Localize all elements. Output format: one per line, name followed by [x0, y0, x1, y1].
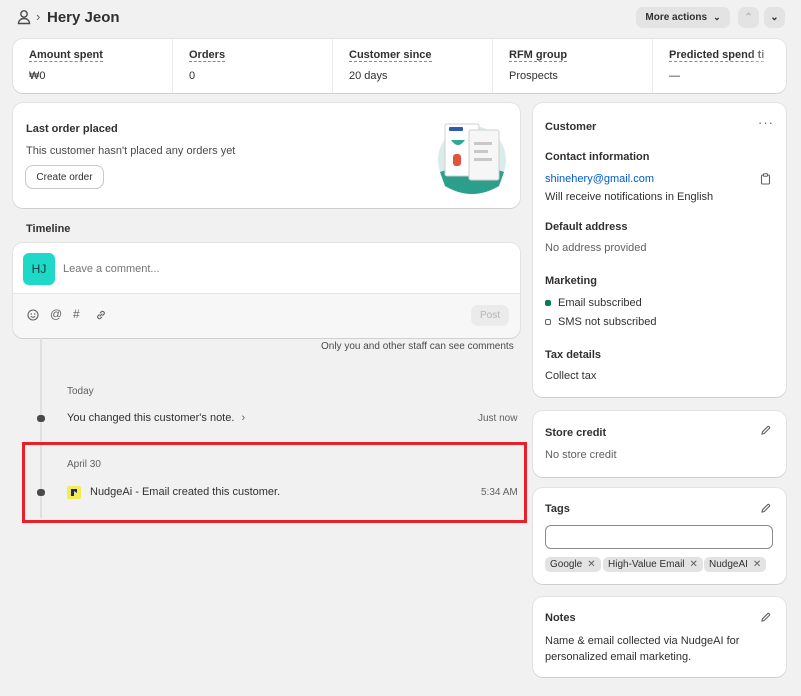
edit-pencil-icon[interactable] [760, 503, 771, 517]
stat-rfm-group[interactable]: RFM group Prospects [493, 39, 653, 93]
timeline-title: Timeline [26, 223, 71, 235]
sms-not-subscribed-dot-icon [545, 319, 551, 325]
chevron-up-icon: ⌃ [744, 12, 753, 23]
address-heading: Default address [545, 221, 628, 233]
email-subscribed-dot-icon [545, 300, 551, 306]
hashtag-icon[interactable]: # [73, 307, 80, 321]
chevron-down-icon: ⌄ [713, 12, 721, 22]
remove-tag-icon[interactable]: ✕ [690, 559, 698, 570]
stat-customer-since[interactable]: Customer since 20 days [333, 39, 493, 93]
stat-label: Amount spent [29, 49, 103, 62]
marketing-heading: Marketing [545, 275, 597, 287]
stat-label: RFM group [509, 49, 568, 62]
emoji-icon[interactable] [27, 309, 39, 324]
customer-person-icon[interactable] [17, 9, 31, 28]
staff-note: Only you and other staff can see comment… [321, 341, 514, 352]
stats-bar: Amount spent ₩0 Orders 0 Customer since … [13, 39, 786, 93]
create-order-button[interactable]: Create order [26, 166, 103, 188]
stat-label: Customer since [349, 49, 432, 62]
tag-label: Google [550, 559, 583, 570]
chevron-down-icon: ⌄ [770, 12, 779, 23]
highlight-box [22, 442, 527, 523]
timeline-event-text: You changed this customer's note. [67, 412, 235, 424]
customer-email-link[interactable]: shinehery@gmail.com [545, 173, 654, 185]
store-credit-title: Store credit [545, 427, 607, 439]
more-actions-label: More actions [645, 12, 708, 23]
timeline-event-text: NudgeAi - Email created this customer. [90, 486, 281, 498]
remove-tag-icon[interactable]: ✕ [753, 559, 761, 570]
tag-chip: Google ✕ [545, 557, 601, 572]
stats-fade [746, 39, 786, 93]
timeline-dot [37, 489, 45, 496]
sms-status: SMS not subscribed [558, 316, 657, 328]
tag-chip: NudgeAI ✕ [704, 557, 767, 572]
avatar: HJ [23, 253, 55, 285]
more-options-icon[interactable]: ··· [758, 115, 774, 130]
create-order-label: Create order [36, 171, 93, 183]
timeline-time: 5:34 AM [481, 487, 518, 498]
stat-value: ₩0 [29, 70, 46, 82]
post-label: Post [479, 310, 500, 321]
timeline-event-note-changed[interactable]: You changed this customer's note. › [67, 412, 245, 424]
tags-input[interactable] [545, 525, 773, 549]
last-order-card: Last order placed This customer hasn't p… [13, 103, 520, 208]
comment-box: HJ @ # Post [13, 243, 520, 338]
notes-card: Notes Name & email collected via NudgeAI… [533, 597, 786, 677]
chevron-right-icon: › [241, 412, 246, 424]
previous-customer-button[interactable]: ⌃ [738, 7, 759, 28]
empty-orders-illustration [435, 120, 509, 201]
address-text: No address provided [545, 242, 647, 254]
comment-input[interactable] [63, 259, 503, 279]
store-credit-text: No store credit [545, 449, 617, 461]
edit-pencil-icon[interactable] [760, 612, 771, 626]
last-order-title: Last order placed [26, 123, 118, 135]
tax-heading: Tax details [545, 349, 602, 361]
edit-pencil-icon[interactable] [760, 425, 771, 439]
last-order-text: This customer hasn't placed any orders y… [26, 145, 236, 157]
stat-orders[interactable]: Orders 0 [173, 39, 333, 93]
next-customer-button[interactable]: ⌄ [764, 7, 785, 28]
link-icon[interactable] [95, 309, 107, 324]
email-status: Email subscribed [558, 297, 642, 309]
timeline-date: Today [67, 386, 94, 397]
store-credit-card: Store credit No store credit [533, 411, 786, 477]
avatar-initials: HJ [31, 262, 47, 276]
tags-title: Tags [545, 503, 570, 515]
post-button[interactable]: Post [471, 305, 509, 326]
tag-label: High-Value Email [608, 559, 685, 570]
stat-amount-spent[interactable]: Amount spent ₩0 [13, 39, 173, 93]
timeline-dot [37, 415, 45, 422]
notes-title: Notes [545, 612, 576, 624]
breadcrumb-chevron-icon: › [36, 9, 41, 24]
page-title: Hery Jeon [47, 9, 120, 26]
tag-chip: High-Value Email ✕ [603, 557, 703, 572]
more-actions-button[interactable]: More actions ⌄ [636, 7, 730, 28]
timeline-time: Just now [478, 413, 518, 424]
tags-card: Tags Google ✕ High-Value Email ✕ NudgeAI… [533, 488, 786, 584]
mention-icon[interactable]: @ [50, 307, 62, 321]
nudgeai-app-icon [67, 486, 81, 499]
remove-tag-icon[interactable]: ✕ [587, 559, 595, 570]
stat-value: 20 days [349, 70, 388, 82]
stat-value: 0 [189, 70, 196, 82]
notes-text: Name & email collected via NudgeAI for p… [545, 635, 740, 663]
copy-icon[interactable] [760, 173, 771, 188]
stat-value: Prospects [509, 70, 558, 82]
tag-label: NudgeAI [709, 559, 748, 570]
timeline-date: April 30 [67, 459, 101, 470]
tax-text: Collect tax [545, 370, 597, 382]
customer-card-title: Customer [545, 121, 597, 133]
contact-heading: Contact information [545, 151, 650, 163]
notification-language: Will receive notifications in English [545, 191, 714, 203]
stat-label: Orders [189, 49, 226, 62]
customer-card: Customer ··· Contact information shinehe… [533, 103, 786, 397]
